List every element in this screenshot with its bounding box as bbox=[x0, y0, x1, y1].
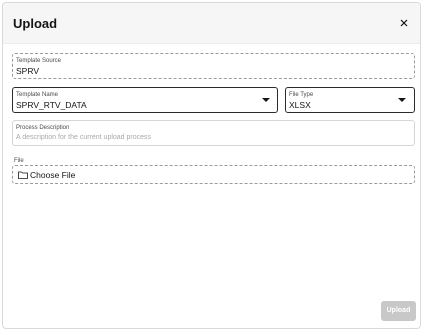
template-source-value: SPRV bbox=[16, 66, 39, 76]
upload-dialog: Upload Template Source SPRV Template Nam… bbox=[2, 2, 421, 329]
close-button[interactable] bbox=[397, 16, 411, 30]
dialog-header: Upload bbox=[3, 3, 420, 44]
template-name-label: Template Name bbox=[16, 92, 59, 98]
file-type-select[interactable]: File Type XLSX bbox=[285, 87, 415, 113]
chevron-down-icon bbox=[262, 98, 270, 102]
template-name-value: SPRV_RTV_DATA bbox=[16, 100, 87, 110]
file-type-value: XLSX bbox=[289, 100, 311, 110]
folder-icon bbox=[18, 171, 28, 179]
process-description-input[interactable]: Process Description A description for th… bbox=[12, 120, 415, 146]
process-description-label: Process Description bbox=[16, 125, 70, 131]
template-source-label: Template Source bbox=[16, 58, 62, 64]
close-icon bbox=[400, 19, 408, 27]
file-type-label: File Type bbox=[289, 92, 314, 98]
upload-button[interactable]: Upload bbox=[381, 301, 416, 321]
template-source-field: Template Source SPRV bbox=[12, 53, 415, 79]
file-label: File bbox=[14, 158, 24, 164]
chevron-down-icon bbox=[398, 98, 406, 102]
dialog-title: Upload bbox=[13, 16, 58, 31]
process-description-placeholder: A description for the current upload pro… bbox=[16, 134, 152, 141]
choose-file-dropzone[interactable]: Choose File bbox=[12, 165, 415, 184]
choose-file-label: Choose File bbox=[30, 170, 76, 180]
template-name-select[interactable]: Template Name SPRV_RTV_DATA bbox=[12, 87, 278, 113]
